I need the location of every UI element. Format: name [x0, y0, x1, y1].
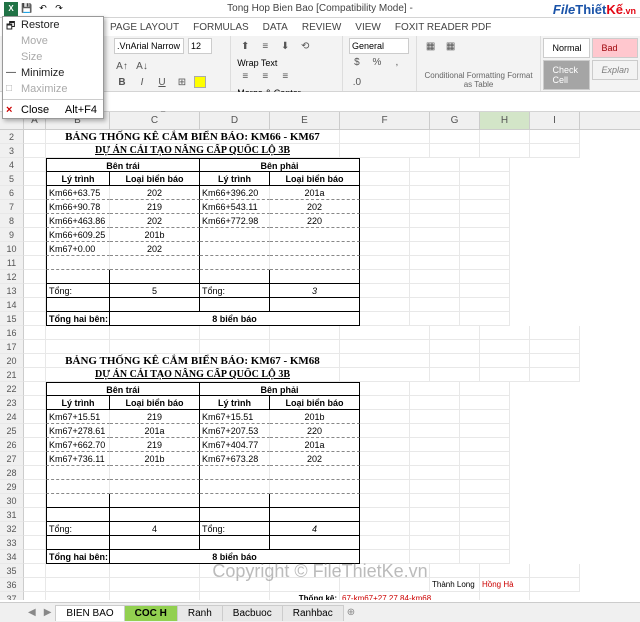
comma-icon[interactable]: ,	[389, 54, 405, 70]
italic-button[interactable]: I	[134, 74, 150, 90]
worksheet-area: A B C D E F G H I 2BẢNG THỐNG KÊ CẮM BIỂ…	[0, 112, 640, 600]
style-normal[interactable]: Normal	[543, 38, 590, 58]
sheet-tab-coch[interactable]: COC H	[124, 605, 178, 621]
font-name-dropdown[interactable]: .VnArial Narrow	[114, 38, 184, 54]
window-title: Tong Hop Bien Bao [Compatibility Mode] -	[227, 3, 413, 14]
align-mid-icon[interactable]: ≡	[257, 38, 273, 54]
align-center-icon[interactable]: ≡	[257, 68, 273, 84]
col-D[interactable]: D	[200, 112, 270, 129]
align-right-icon[interactable]: ≡	[277, 68, 293, 84]
fill-color-button[interactable]	[194, 76, 206, 88]
new-sheet-icon[interactable]: ⊕	[343, 607, 359, 618]
font-size-dropdown[interactable]: 12	[188, 38, 212, 54]
formula-input[interactable]	[80, 92, 640, 111]
percent-icon[interactable]: %	[369, 54, 385, 70]
sysmenu-maximize: □Maximize	[3, 81, 103, 97]
alignment-group: ⬆ ≡ ⬇ ⟲ Wrap Text ≡ ≡ ≡ Merge & Center A…	[231, 36, 343, 91]
col-F[interactable]: F	[340, 112, 430, 129]
inc-decimal-icon[interactable]: .0	[349, 74, 365, 90]
watermark-logo: FileThiếtKế.vn	[553, 2, 636, 17]
tab-review[interactable]: REVIEW	[302, 22, 341, 33]
sheet-tab-bar: ◀ ▶ BIEN BAO COC H Ranh Bacbuoc Ranhbac …	[0, 602, 640, 622]
sheet-tab-ranhbac[interactable]: Ranhbac	[282, 605, 344, 621]
border-button[interactable]: ⊞	[174, 74, 190, 90]
align-bot-icon[interactable]: ⬇	[277, 38, 293, 54]
tab-data[interactable]: DATA	[263, 22, 288, 33]
sheet-tab-ranh[interactable]: Ranh	[177, 605, 223, 621]
conditional-formatting-icon[interactable]: ▦	[423, 38, 439, 54]
sysmenu-move: Move	[3, 33, 103, 49]
number-group: General $ % , .0	[343, 36, 417, 91]
sysmenu-size: Size	[3, 49, 103, 65]
grid[interactable]: 2BẢNG THỐNG KÊ CẮM BIỂN BÁO: KM66 - KM67…	[0, 130, 640, 600]
style-check-cell[interactable]: Check Cell	[543, 60, 590, 90]
sheet-nav-prev-icon[interactable]: ◀	[24, 607, 40, 618]
table1-title[interactable]: BẢNG THỐNG KÊ CẮM BIỂN BÁO: KM66 - KM67	[46, 130, 340, 144]
sysmenu-minimize[interactable]: —Minimize	[3, 65, 103, 81]
col-I[interactable]: I	[530, 112, 580, 129]
sheet-nav-next-icon[interactable]: ▶	[40, 607, 56, 618]
font-group: .VnArial Narrow 12 A↑ A↓ B I U ⊞ A Font	[108, 36, 231, 91]
increase-font-icon[interactable]: A↑	[114, 58, 130, 74]
cell-styles-gallery: Normal Check Cell Bad Explan	[541, 36, 640, 91]
tab-page-layout[interactable]: PAGE LAYOUT	[110, 22, 179, 33]
align-top-icon[interactable]: ⬆	[237, 38, 253, 54]
underline-button[interactable]: U	[154, 74, 170, 90]
orientation-icon[interactable]: ⟲	[297, 38, 313, 54]
style-bad[interactable]: Bad	[592, 38, 638, 58]
undo-icon[interactable]: ↶	[36, 2, 50, 16]
number-format-dropdown[interactable]: General	[349, 38, 409, 54]
currency-icon[interactable]: $	[349, 54, 365, 70]
excel-icon[interactable]: X	[4, 2, 18, 16]
format-table-icon[interactable]: ▦	[443, 38, 459, 54]
col-H[interactable]: H	[480, 112, 530, 129]
decrease-font-icon[interactable]: A↓	[134, 58, 150, 74]
styles-group: ▦ ▦ Conditional Formatting Format as Tab…	[417, 36, 542, 91]
style-explanatory[interactable]: Explan	[592, 60, 638, 80]
align-left-icon[interactable]: ≡	[237, 68, 253, 84]
table1-subtitle[interactable]: DỰ ÁN CẢI TẠO NÂNG CẤP QUỐC LỘ 3B	[46, 144, 340, 158]
sheet-tab-bacbuoc[interactable]: Bacbuoc	[222, 605, 283, 621]
sysmenu-close[interactable]: ×CloseAlt+F4	[3, 102, 103, 118]
tab-foxit[interactable]: FOXIT READER PDF	[395, 22, 492, 33]
sheet-tab-bienbao[interactable]: BIEN BAO	[55, 605, 124, 621]
tab-formulas[interactable]: FORMULAS	[193, 22, 249, 33]
col-E[interactable]: E	[270, 112, 340, 129]
sysmenu-restore[interactable]: 🗗Restore	[3, 17, 103, 33]
wrap-text-button[interactable]: Wrap Text	[237, 58, 277, 68]
tab-view[interactable]: VIEW	[355, 22, 381, 33]
quick-access-toolbar: X 💾 ↶ ↷	[4, 2, 66, 16]
table2-title[interactable]: BẢNG THỐNG KÊ CẮM BIỂN BÁO: KM67 - KM68	[46, 354, 340, 368]
col-C[interactable]: C	[110, 112, 200, 129]
bold-button[interactable]: B	[114, 74, 130, 90]
col-G[interactable]: G	[430, 112, 480, 129]
save-icon[interactable]: 💾	[20, 2, 34, 16]
redo-icon[interactable]: ↷	[52, 2, 66, 16]
system-menu: 🗗Restore Move Size —Minimize □Maximize ×…	[2, 16, 104, 119]
